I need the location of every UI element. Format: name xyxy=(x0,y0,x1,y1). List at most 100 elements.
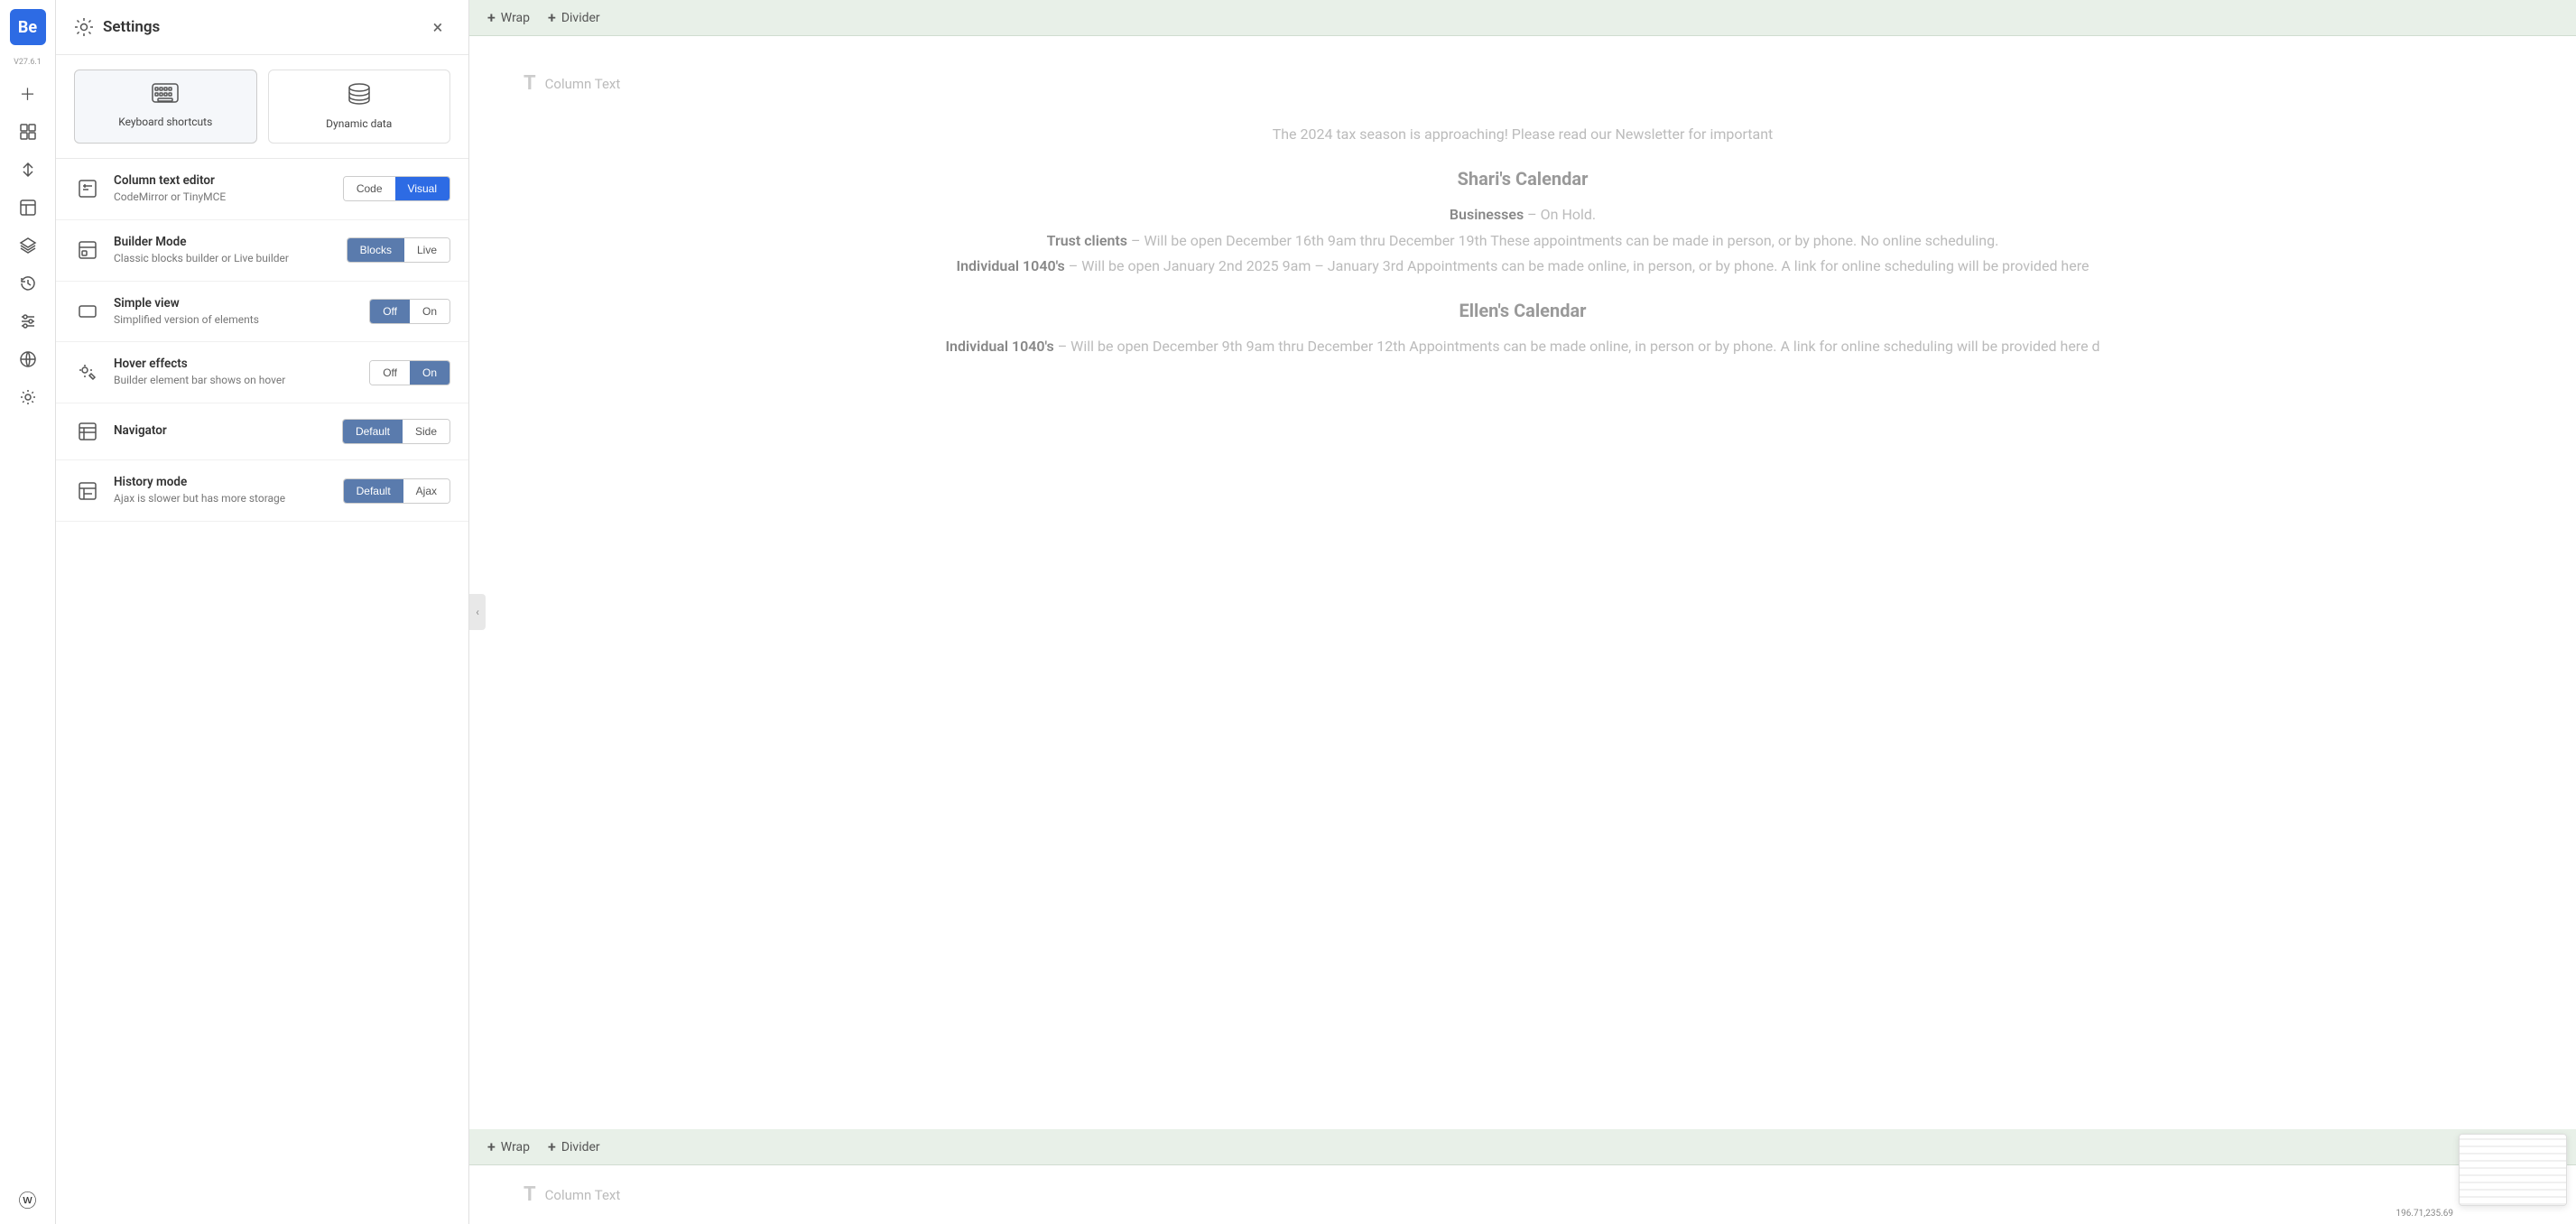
ellen-1040s-content: – Will be open December 9th 9am thru Dec… xyxy=(1058,338,2100,355)
column-text-editor-controls: Code Visual xyxy=(343,176,450,201)
top-wrap-button[interactable]: + Wrap xyxy=(487,9,530,26)
keyboard-icon xyxy=(152,83,179,108)
simple-view-controls: Off On xyxy=(369,299,450,324)
text-editor-btn-group: Code Visual xyxy=(343,176,450,201)
history-mode-title: History mode xyxy=(114,475,330,489)
version-label: V27.6.1 xyxy=(14,58,42,67)
navigator-controls: Default Side xyxy=(342,419,450,444)
history-default-button[interactable]: Default xyxy=(344,479,403,503)
hover-effects-row: Hover effects Builder element bar shows … xyxy=(56,342,468,403)
navigator-default-button[interactable]: Default xyxy=(343,420,403,443)
navigator-title: Navigator xyxy=(114,423,329,438)
bottom-divider-label: Divider xyxy=(561,1140,600,1154)
businesses-text: Businesses – On Hold. xyxy=(524,202,2522,228)
builder-mode-title: Builder Mode xyxy=(114,235,334,249)
settings-title: Settings xyxy=(103,18,160,36)
divider-label: Divider xyxy=(561,11,600,25)
tab-dynamic-data[interactable]: Dynamic data xyxy=(268,70,451,144)
simple-view-icon xyxy=(74,298,101,325)
mini-preview[interactable] xyxy=(2459,1134,2567,1206)
individual-1040s-label: Individual 1040's xyxy=(957,257,1065,274)
column-text-t-icon-bottom: T xyxy=(524,1183,536,1206)
column-text-bottom-text: Column Text xyxy=(545,1187,621,1203)
visual-button[interactable]: Visual xyxy=(395,177,449,200)
builder-mode-controls: Blocks Live xyxy=(347,237,450,263)
builder-mode-row: Builder Mode Classic blocks builder or L… xyxy=(56,220,468,282)
history-icon[interactable] xyxy=(12,267,44,300)
navigator-row: Navigator Default Side xyxy=(56,403,468,460)
settings-close-button[interactable]: × xyxy=(425,14,450,40)
column-text-editor-row: Column text editor CodeMirror or TinyMCE… xyxy=(56,159,468,220)
dynamic-data-tab-label: Dynamic data xyxy=(326,117,392,130)
text-editor-icon xyxy=(74,175,101,202)
businesses-status: – On Hold. xyxy=(1527,206,1596,223)
grid-icon[interactable] xyxy=(12,116,44,148)
settings-header-icon xyxy=(74,17,94,37)
coordinates-label: 196.71,235.69 xyxy=(2396,1209,2453,1219)
hover-on-button[interactable]: On xyxy=(410,361,449,385)
bottom-divider-button[interactable]: + Divider xyxy=(548,1138,600,1155)
main-content: + Wrap + Divider ‹ T Column Text The 202… xyxy=(469,0,2576,1224)
column-text-t-icon-top: T xyxy=(524,72,536,95)
settings-tabs: Keyboard shortcuts Dynamic data xyxy=(56,55,468,159)
sort-icon[interactable] xyxy=(12,153,44,186)
builder-mode-content: Builder Mode Classic blocks builder or L… xyxy=(114,235,334,266)
column-text-editor-title: Column text editor xyxy=(114,173,330,188)
layers-icon[interactable] xyxy=(12,229,44,262)
blocks-button[interactable]: Blocks xyxy=(347,238,404,262)
builder-mode-icon xyxy=(74,236,101,264)
wrap-plus-icon: + xyxy=(487,9,496,26)
simple-view-off-button[interactable]: Off xyxy=(370,300,410,323)
shari-calendar-heading: Shari's Calendar xyxy=(524,162,2522,195)
builder-mode-desc: Classic blocks builder or Live builder xyxy=(114,251,334,266)
bottom-column-section: T Column Text xyxy=(469,1165,2576,1224)
history-mode-controls: Default Ajax xyxy=(343,478,450,504)
layout-icon[interactable] xyxy=(12,191,44,224)
divider-plus-icon: + xyxy=(548,9,556,26)
wordpress-icon[interactable]: ⓦ xyxy=(12,1182,44,1215)
builder-mode-btn-group: Blocks Live xyxy=(347,237,450,263)
trust-clients-text: Trust clients – Will be open December 16… xyxy=(524,228,2522,255)
brand-logo[interactable]: Be xyxy=(10,9,46,45)
sidebar-icons: Be V27.6.1 ＋ xyxy=(0,0,56,1224)
hover-effects-icon xyxy=(74,359,101,386)
sliders-icon[interactable] xyxy=(12,305,44,338)
history-mode-row: History mode Ajax is slower but has more… xyxy=(56,460,468,522)
history-ajax-button[interactable]: Ajax xyxy=(403,479,449,503)
history-mode-content: History mode Ajax is slower but has more… xyxy=(114,475,330,506)
settings-header: Settings × xyxy=(56,0,468,55)
simple-view-desc: Simplified version of elements xyxy=(114,312,357,328)
ellen-calendar-heading: Ellen's Calendar xyxy=(524,294,2522,327)
individual-1040s-content: – Will be open January 2nd 2025 9am – Ja… xyxy=(1069,257,2090,274)
hover-effects-btn-group: Off On xyxy=(369,360,450,385)
top-wrap-bar: + Wrap + Divider xyxy=(469,0,2576,36)
bottom-wrap-button[interactable]: + Wrap xyxy=(487,1138,530,1155)
hover-effects-content: Hover effects Builder element bar shows … xyxy=(114,357,357,388)
navigator-side-button[interactable]: Side xyxy=(403,420,449,443)
intro-text: The 2024 tax season is approaching! Plea… xyxy=(524,122,2522,148)
settings-panel: Settings × Keyboard shortcut xyxy=(56,0,469,1224)
navigator-btn-group: Default Side xyxy=(342,419,450,444)
simple-view-row: Simple view Simplified version of elemen… xyxy=(56,282,468,343)
bottom-wrap-label: Wrap xyxy=(501,1140,530,1154)
hover-effects-desc: Builder element bar shows on hover xyxy=(114,373,357,388)
history-mode-icon xyxy=(74,478,101,505)
simple-view-content: Simple view Simplified version of elemen… xyxy=(114,296,357,328)
simple-view-title: Simple view xyxy=(114,296,357,311)
globe-icon[interactable] xyxy=(12,343,44,376)
history-mode-desc: Ajax is slower but has more storage xyxy=(114,491,330,506)
code-button[interactable]: Code xyxy=(344,177,395,200)
tab-keyboard-shortcuts[interactable]: Keyboard shortcuts xyxy=(74,70,257,144)
settings-gear-icon[interactable] xyxy=(12,381,44,413)
top-column-text-label: T Column Text xyxy=(524,72,2522,95)
hover-off-button[interactable]: Off xyxy=(370,361,410,385)
mini-preview-inner xyxy=(2460,1135,2566,1205)
bottom-column-text-label: T Column Text xyxy=(524,1183,2522,1206)
top-divider-button[interactable]: + Divider xyxy=(548,9,600,26)
collapse-handle[interactable]: ‹ xyxy=(469,594,486,630)
content-area: T Column Text The 2024 tax season is app… xyxy=(469,36,2576,1129)
live-button[interactable]: Live xyxy=(404,238,449,262)
trust-clients-label: Trust clients xyxy=(1047,232,1127,249)
add-icon[interactable]: ＋ xyxy=(12,78,44,110)
simple-view-on-button[interactable]: On xyxy=(410,300,449,323)
